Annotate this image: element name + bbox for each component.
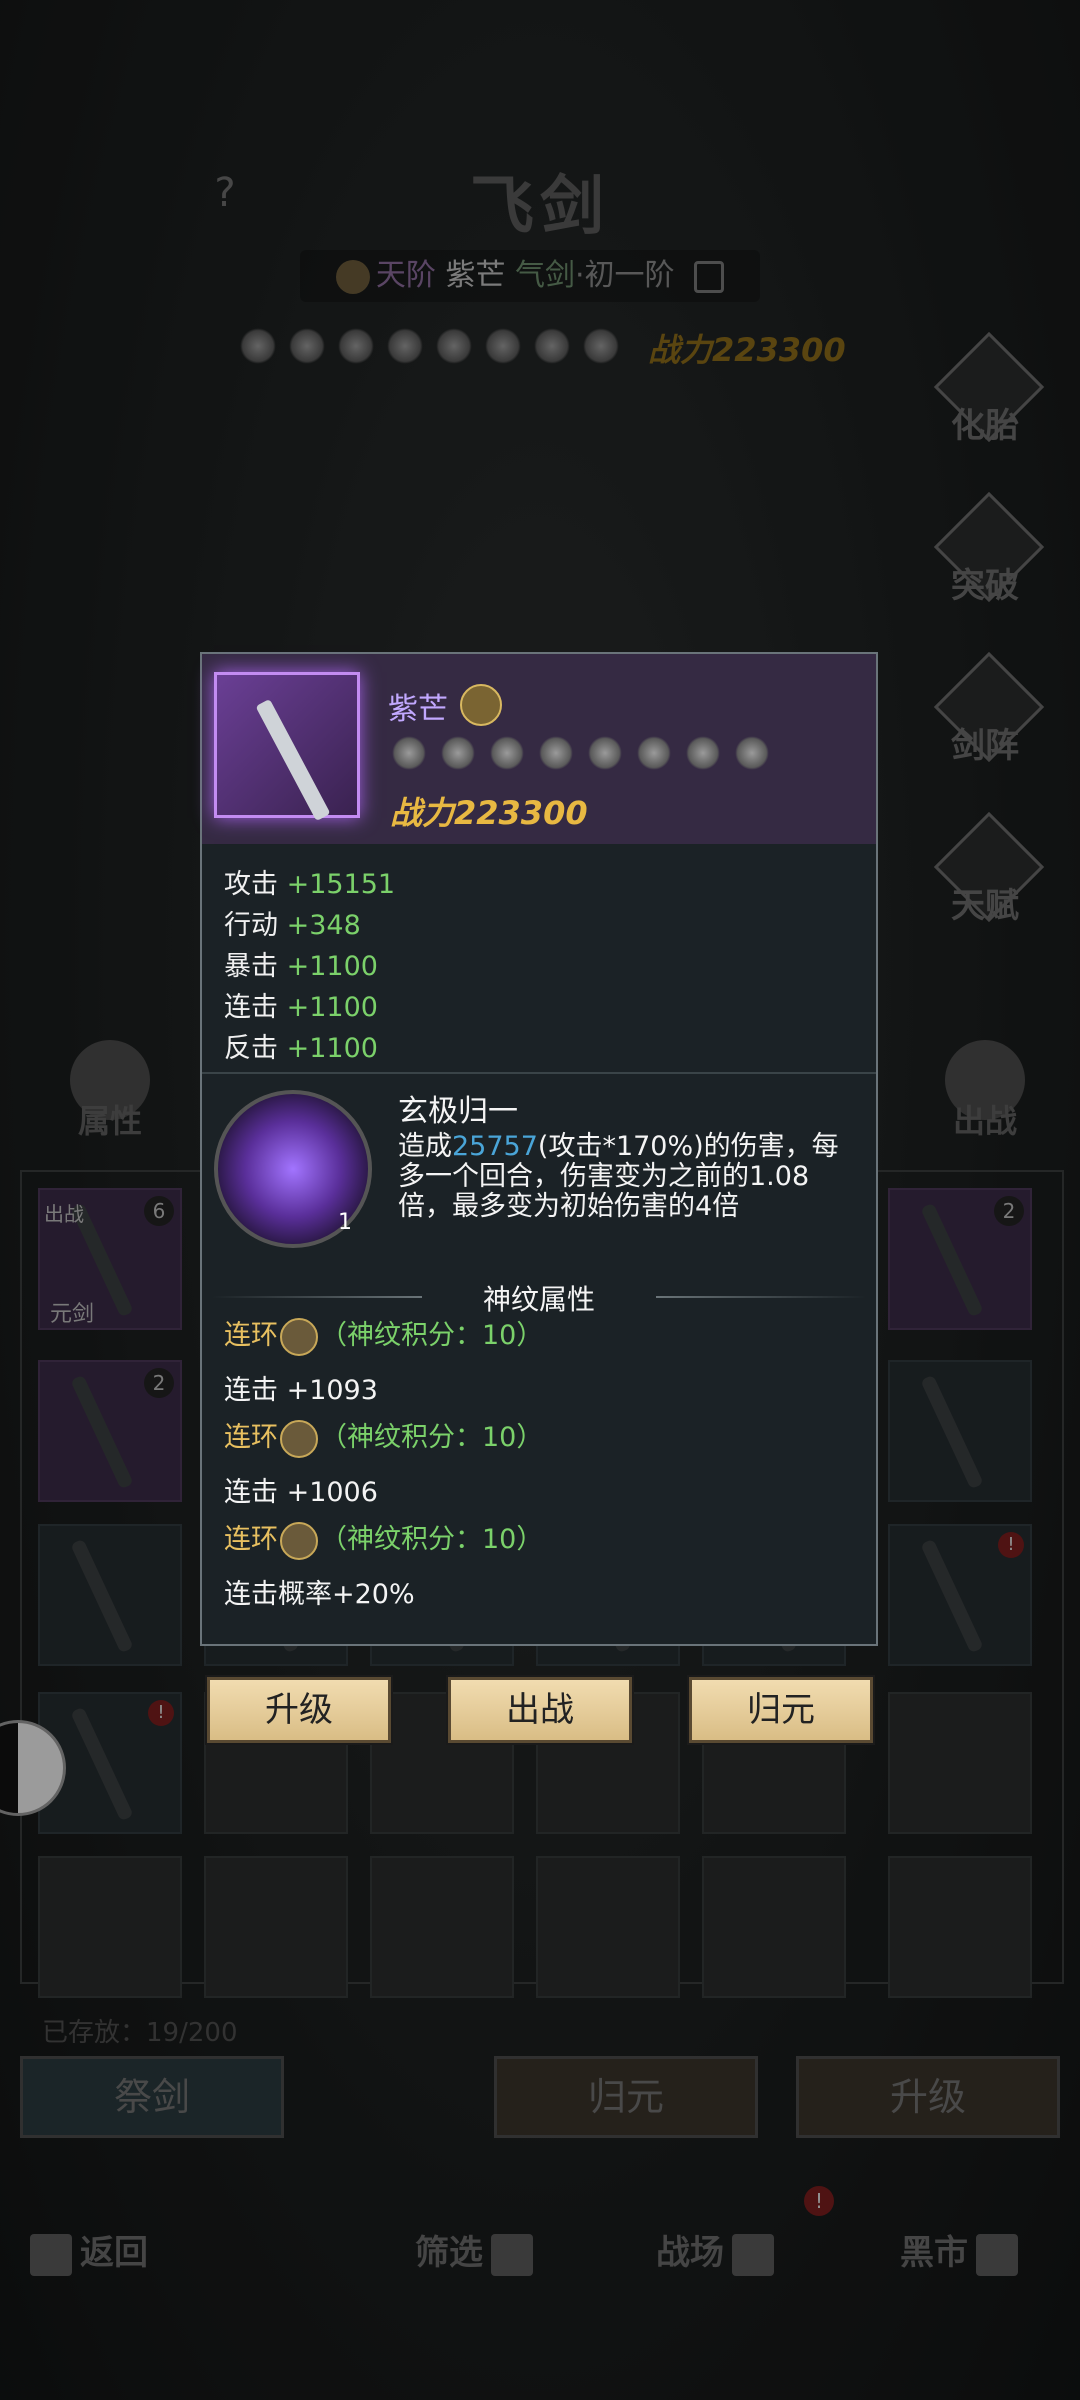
rune-header: 连环 （神纹积分：10） [224,1418,543,1458]
rune-effect: 连击 +1093 [224,1375,378,1406]
skill-description: 造成25757(攻击*170%)的伤害，每多一个回合，伤害变为之前的1.08倍，… [398,1131,839,1222]
sword-name: 紫芒 [388,692,448,727]
section-title: 神纹属性 [482,1283,595,1316]
divider [202,1072,876,1074]
star-icon [539,736,573,770]
attribute-row: 反击 +1100 [224,1033,378,1064]
combat-power: 战力223300 [390,794,588,832]
divider [656,1296,866,1298]
skill-level: 1 [338,1210,352,1235]
star-icon [490,736,524,770]
star-icon [686,736,720,770]
deploy-button[interactable]: 出战 [448,1677,632,1743]
attribute-row: 攻击 +15151 [224,869,396,900]
sword-detail-popup: 紫芒 战力223300 攻击 +15151 行动 +348 暴击 +1100 连… [200,652,878,1646]
attribute-row: 行动 +348 [224,910,361,941]
star-icon [735,736,769,770]
rune-effect: 连击 +1006 [224,1477,378,1508]
attribute-row: 连击 +1100 [224,992,378,1023]
sword-icon [255,698,331,822]
star-icon [392,736,426,770]
rune-effect: 连击概率+20% [224,1579,415,1610]
upgrade-button[interactable]: 升级 [207,1677,391,1743]
grade-icon [460,684,502,726]
rune-icon [280,1419,318,1458]
rune-icon [280,1521,318,1560]
attribute-row: 暴击 +1100 [224,951,378,982]
rune-header: 连环 （神纹积分：10） [224,1316,543,1356]
star-rating [392,736,784,774]
popup-header: 紫芒 战力223300 [202,654,876,844]
rune-header: 连环 （神纹积分：10） [224,1520,543,1560]
rune-icon [280,1317,318,1356]
sword-item-frame [214,672,360,822]
star-icon [588,736,622,770]
skill-name: 玄极归一 [398,1094,518,1129]
return-button[interactable]: 归元 [689,1677,873,1743]
star-icon [441,736,475,770]
attribute-list: 攻击 +15151 行动 +348 暴击 +1100 连击 +1100 反击 +… [224,864,395,1069]
star-icon [637,736,671,770]
